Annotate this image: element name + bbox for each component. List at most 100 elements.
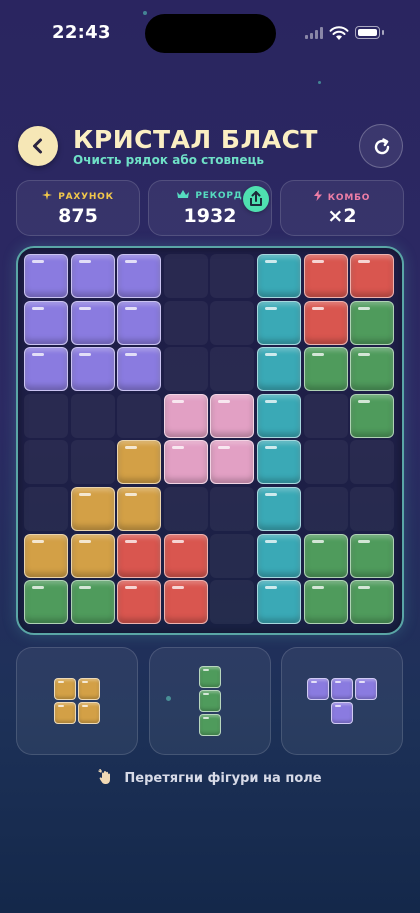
empty-cell	[24, 487, 68, 531]
purple-piece-block	[331, 702, 353, 724]
red-block	[163, 533, 208, 578]
pink-block	[163, 393, 208, 438]
purple-piece-block	[307, 678, 329, 700]
combo-label: КОМБО	[327, 193, 371, 203]
status-bar: 22:43	[0, 0, 420, 66]
empty-cell	[303, 440, 348, 485]
teal-block	[257, 300, 301, 345]
game-title: КРИСТАЛ БЛАСТ	[73, 125, 318, 154]
purple-piece-block	[355, 678, 377, 700]
empty-cell	[24, 393, 68, 438]
combo-value: ×2	[327, 205, 357, 227]
empty-cell	[303, 487, 348, 531]
teal-block	[257, 254, 301, 298]
green-block	[350, 580, 395, 625]
purple-block	[24, 300, 68, 345]
empty-cell	[210, 580, 255, 625]
game-board[interactable]	[16, 246, 404, 635]
red-block	[303, 254, 348, 298]
green-block	[70, 580, 115, 625]
empty-cell	[70, 393, 115, 438]
dynamic-island	[145, 14, 276, 53]
empty-cell	[210, 487, 255, 531]
yellow-block	[117, 487, 162, 531]
empty-cell	[303, 393, 348, 438]
restart-button[interactable]	[359, 124, 403, 168]
empty-cell	[210, 254, 255, 298]
purple-block	[24, 347, 68, 392]
share-button[interactable]	[243, 186, 269, 212]
yellow-piece-block	[78, 702, 100, 724]
piece-slot-3[interactable]	[281, 647, 403, 755]
status-time: 22:43	[52, 22, 111, 43]
empty-cell	[350, 487, 395, 531]
empty-cell	[210, 300, 255, 345]
yellow-block	[117, 440, 162, 485]
battery-icon	[355, 26, 380, 39]
teal-block	[257, 393, 301, 438]
share-icon	[250, 191, 262, 206]
red-block	[303, 300, 348, 345]
green-block	[303, 580, 348, 625]
empty-cell	[163, 254, 208, 298]
score-card: РАХУНОК 875	[16, 180, 140, 236]
empty-cell	[24, 440, 68, 485]
teal-block	[257, 440, 301, 485]
green-block	[303, 533, 348, 578]
green-block	[350, 300, 395, 345]
purple-block	[24, 254, 68, 298]
drag-hint-text: Перетягни фігури на поле	[124, 771, 322, 786]
green-block	[350, 533, 395, 578]
empty-cell	[163, 487, 208, 531]
green-piece-block	[199, 666, 221, 688]
empty-cell	[163, 347, 208, 392]
purple-block	[70, 347, 115, 392]
teal-block	[257, 580, 301, 625]
purple-block	[70, 300, 115, 345]
purple-block	[117, 347, 162, 392]
empty-cell	[210, 533, 255, 578]
green-block	[350, 347, 395, 392]
crown-icon	[177, 190, 190, 198]
green-block	[303, 347, 348, 392]
purple-piece-block	[331, 678, 353, 700]
green-piece-block	[199, 714, 221, 736]
empty-cell	[70, 440, 115, 485]
green-block	[350, 393, 395, 438]
red-block	[117, 580, 162, 625]
empty-cell	[163, 300, 208, 345]
empty-cell	[210, 347, 255, 392]
chevron-left-icon	[33, 138, 42, 154]
battery-cap	[382, 30, 384, 35]
teal-block	[257, 347, 301, 392]
empty-cell	[350, 440, 395, 485]
red-block	[117, 533, 162, 578]
score-value: 875	[58, 205, 98, 227]
yellow-piece-block	[78, 678, 100, 700]
pink-block	[163, 440, 208, 485]
record-card: РЕКОРД 1932	[148, 180, 272, 236]
pink-block	[210, 440, 255, 485]
yellow-block	[70, 487, 115, 531]
combo-card: КОМБО ×2	[280, 180, 404, 236]
drag-hand-icon	[98, 769, 111, 784]
game-subtitle: Очисть рядок або стовпець	[73, 153, 264, 167]
green-piece-block	[199, 690, 221, 712]
home-indicator	[145, 897, 275, 902]
back-button[interactable]	[18, 126, 58, 166]
piece-slot-2[interactable]	[149, 647, 271, 755]
yellow-piece-block	[54, 702, 76, 724]
drag-hint: Перетягни фігури на поле	[0, 769, 420, 786]
empty-cell	[117, 393, 162, 438]
cellular-signal-icon	[305, 27, 323, 39]
piece-slot-1[interactable]	[16, 647, 138, 755]
lightning-icon	[313, 190, 322, 201]
red-block	[163, 580, 208, 625]
purple-block	[117, 254, 162, 298]
yellow-block	[70, 533, 115, 578]
score-label: РАХУНОК	[58, 192, 114, 202]
teal-block	[257, 487, 301, 531]
background-star	[318, 81, 321, 84]
wifi-icon	[329, 26, 349, 40]
yellow-block	[24, 533, 68, 578]
